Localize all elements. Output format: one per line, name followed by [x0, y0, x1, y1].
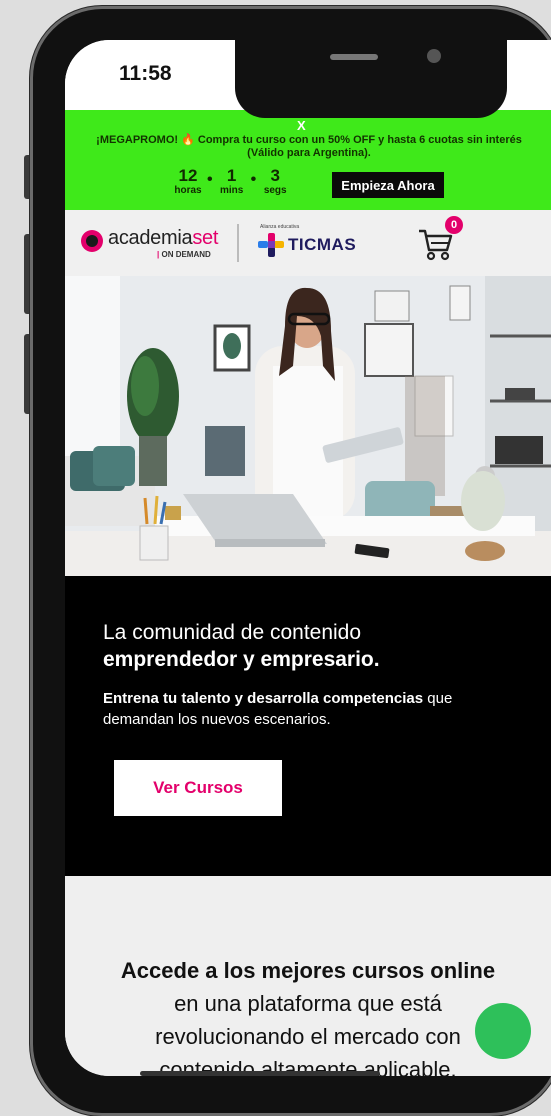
promo-prefix: ¡MEGAPROMO!: [96, 134, 179, 146]
courses-intro-heading: Accede a los mejores cursos online: [120, 958, 496, 983]
hero-subtitle: Entrena tu talento y desarrolla competen…: [103, 688, 523, 730]
hero-photo: [65, 276, 551, 576]
front-camera: [427, 49, 441, 63]
hero-section: La comunidad de contenido emprendedor y …: [65, 576, 551, 876]
hero-title-line2: emprendedor y empresario.: [103, 648, 380, 671]
promo-close-button[interactable]: X: [297, 118, 306, 133]
minutes-value: 1: [226, 166, 237, 185]
seconds-value: 3: [270, 166, 280, 185]
home-indicator[interactable]: [140, 1071, 380, 1076]
courses-intro-section: Accede a los mejores cursos online en un…: [65, 876, 551, 1076]
hero-title-line1: La comunidad de contenido: [103, 621, 362, 644]
promo-body: Compra tu curso con un 50% OFF y hasta 6…: [197, 134, 522, 159]
courses-intro-line2: en una plataforma que está: [174, 991, 442, 1016]
status-time: 11:58: [119, 62, 172, 85]
minutes-label: mins: [219, 185, 244, 196]
logo-text-pink: set: [192, 227, 219, 249]
fire-icon: 🔥: [181, 134, 195, 146]
hero-photo-illustration: [65, 276, 551, 576]
logo-subtitle: | ON DEMAND: [157, 250, 211, 259]
logo-wordmark: academiaset: [108, 227, 218, 250]
site-header: academiaset | ON DEMAND Alianza educativ…: [65, 210, 551, 276]
countdown-minutes: 1 mins: [213, 166, 251, 197]
ver-cursos-button[interactable]: Ver Cursos: [114, 760, 282, 816]
logo-sub-text: ON DEMAND: [161, 250, 211, 259]
countdown-seconds: 3 segs: [256, 166, 294, 197]
logo-divider: [237, 224, 239, 262]
countdown: 12 horas • 1 mins • 3 segs: [169, 166, 294, 197]
logo-mark-icon: [81, 230, 103, 252]
countdown-hours: 12 horas: [169, 166, 207, 197]
promo-text: ¡MEGAPROMO! 🔥 Compra tu curso con un 50%…: [79, 134, 539, 160]
logo-text-dark: academia: [108, 227, 193, 249]
ticmas-wordmark: TICMAS: [288, 235, 357, 254]
alianza-label: Alianza educativa: [260, 224, 300, 230]
chat-fab-button[interactable]: [475, 1003, 531, 1059]
seconds-label: segs: [263, 185, 287, 196]
ticmas-logo-icon: [258, 233, 284, 257]
courses-intro-text: Accede a los mejores cursos online en un…: [65, 954, 551, 1076]
speaker-grill: [330, 54, 378, 60]
hero-subtitle-bold: Entrena tu talento y desarrolla competen…: [103, 690, 424, 707]
hours-label: horas: [174, 185, 202, 196]
hours-value: 12: [178, 166, 198, 185]
phone-screen: 11:58 X ¡MEGAPROMO! 🔥 Compra tu curso co…: [65, 40, 551, 1076]
promo-banner: X ¡MEGAPROMO! 🔥 Compra tu curso con un 5…: [65, 110, 551, 210]
phone-notch: [235, 40, 507, 118]
cart-count-badge: 0: [445, 216, 463, 234]
empieza-ahora-button[interactable]: Empieza Ahora: [332, 172, 444, 198]
